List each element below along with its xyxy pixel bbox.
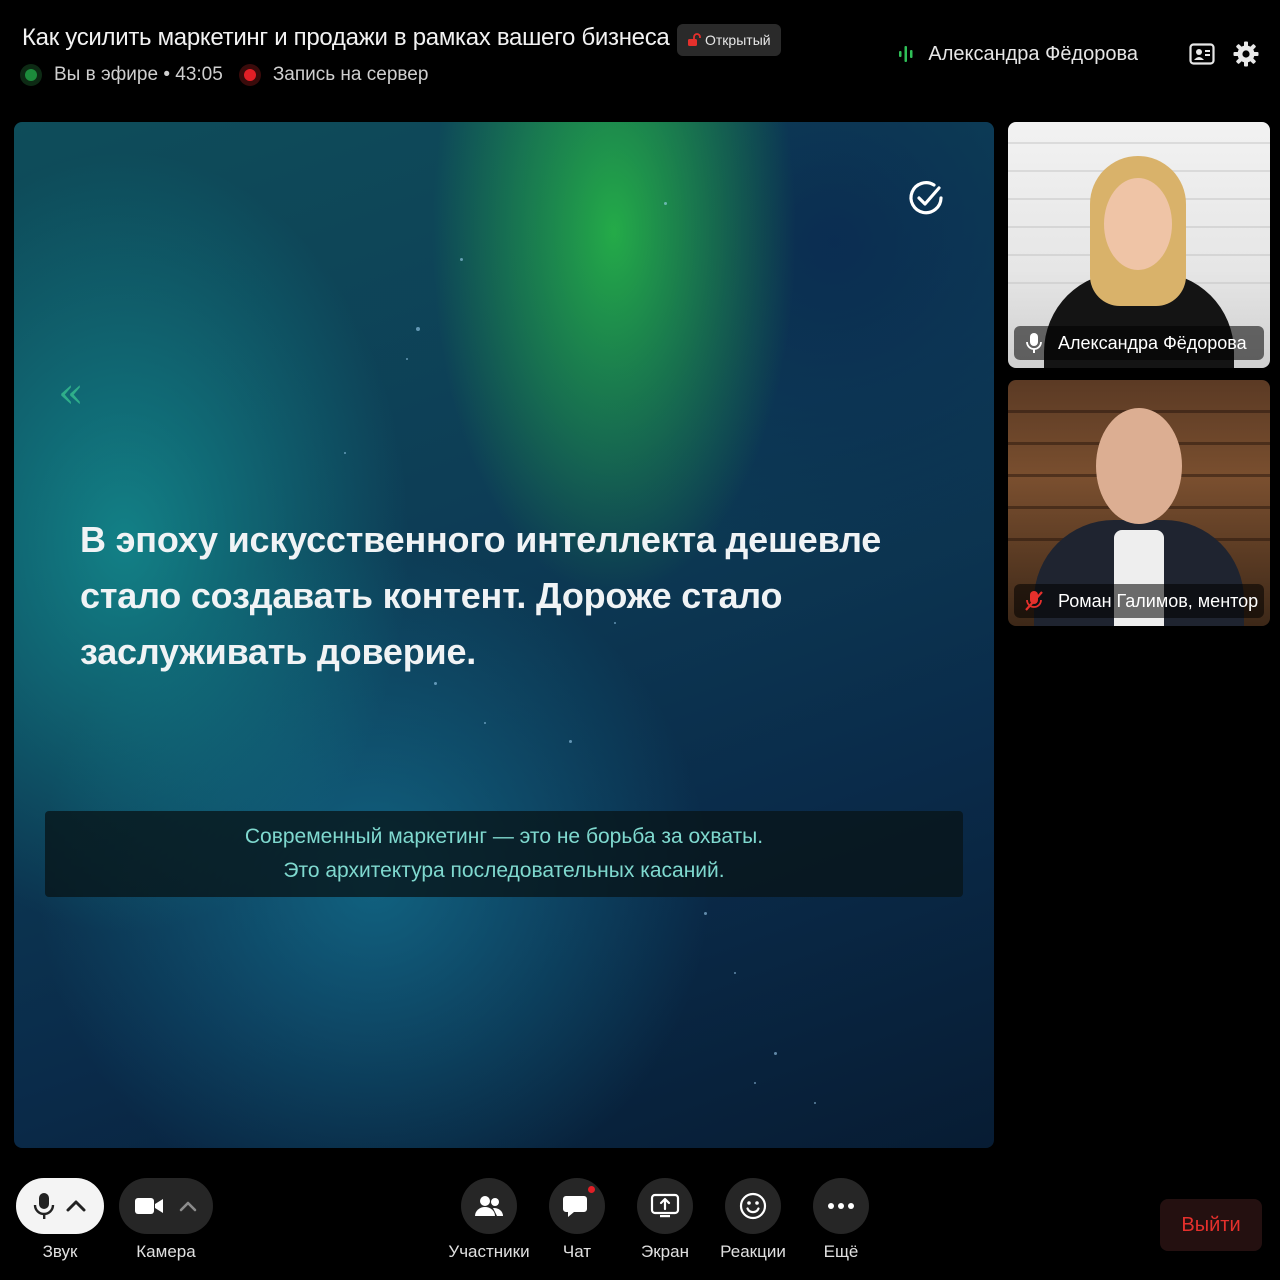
reactions-button[interactable]	[725, 1178, 781, 1234]
camera-control: Камера	[119, 1178, 213, 1262]
unread-badge	[586, 1184, 597, 1195]
chevron-up-icon[interactable]	[178, 1200, 198, 1212]
leave-call-button[interactable]: Выйти	[1160, 1199, 1262, 1251]
access-badge-label: Открытый	[705, 32, 771, 48]
microphone-icon	[33, 1193, 55, 1219]
top-bar: Как усилить маркетинг и продажи в рамках…	[0, 0, 1280, 110]
check-circle-icon	[909, 181, 943, 215]
settings-gear-icon[interactable]	[1232, 40, 1260, 68]
smile-icon	[739, 1192, 767, 1220]
microphone-button[interactable]	[16, 1178, 104, 1234]
recording-indicator-icon	[238, 64, 261, 86]
shared-presentation: « В эпоху искусственного интеллекта деше…	[14, 122, 994, 1148]
chat-bubble-icon	[563, 1196, 587, 1217]
access-badge[interactable]: Открытый	[677, 24, 781, 56]
live-status: Вы в эфире • 43:05	[54, 64, 223, 85]
video-tile-participant-2[interactable]: Роман Галимов, ментор	[1008, 380, 1270, 626]
chat-control[interactable]: Чат	[549, 1178, 605, 1262]
more-control[interactable]: Ещё	[813, 1178, 869, 1262]
video-camera-icon	[135, 1198, 163, 1214]
meeting-title: Как усилить маркетинг и продажи в рамках…	[22, 24, 670, 51]
camera-button[interactable]	[119, 1178, 213, 1234]
camera-label: Камера	[136, 1242, 196, 1261]
chat-label: Чат	[562, 1242, 592, 1261]
people-icon	[475, 1196, 504, 1216]
slide-quote: В эпоху искусственного интеллекта дешевл…	[80, 519, 882, 672]
quote-mark: «	[58, 368, 84, 417]
participant-name-bar: Александра Фёдорова	[1014, 326, 1264, 360]
live-indicator-icon	[20, 64, 42, 86]
sound-control: Звук	[16, 1178, 104, 1262]
chat-button[interactable]	[549, 1178, 605, 1234]
header-right: Александра Фёдорова	[898, 40, 1260, 68]
more-button[interactable]	[813, 1178, 869, 1234]
status-row: Вы в эфире • 43:05 Запись на сервер	[20, 64, 428, 86]
speaking-indicator-icon	[899, 46, 913, 62]
participant-name: Роман Галимов, ментор	[1058, 590, 1259, 611]
screen-share-button[interactable]	[637, 1178, 693, 1234]
microphone-muted-icon	[1025, 591, 1043, 611]
recording-status: Запись на сервер	[272, 64, 429, 85]
sound-label: Звук	[42, 1242, 78, 1261]
participant-name: Александра Фёдорова	[1058, 332, 1247, 353]
screen-label: Экран	[641, 1242, 689, 1261]
microphone-icon	[1026, 333, 1042, 353]
reactions-label: Реакции	[720, 1242, 786, 1261]
reactions-control[interactable]: Реакции	[716, 1178, 790, 1262]
unlock-icon	[688, 33, 701, 46]
caption-line-1: Современный маркетинг — это не борьба за…	[244, 825, 764, 848]
caption-line-2: Это архитектура последовательных касаний…	[283, 859, 725, 882]
slide-caption: Современный маркетинг — это не борьба за…	[45, 811, 963, 897]
screen-control[interactable]: Экран	[637, 1178, 693, 1262]
participants-label: Участники	[448, 1242, 530, 1261]
active-speaker-name: Александра Фёдорова	[928, 42, 1138, 65]
more-label: Ещё	[823, 1242, 859, 1261]
participants-button[interactable]	[461, 1178, 517, 1234]
chevron-up-icon[interactable]	[65, 1199, 87, 1213]
participant-name-bar: Роман Галимов, ментор	[1014, 584, 1264, 618]
participants-control[interactable]: Участники	[448, 1178, 530, 1262]
screen-share-icon	[650, 1193, 680, 1218]
more-dots-icon	[828, 1203, 854, 1209]
layout-view-icon[interactable]	[1188, 40, 1216, 68]
video-tile-participant-1[interactable]: Александра Фёдорова	[1008, 122, 1270, 368]
